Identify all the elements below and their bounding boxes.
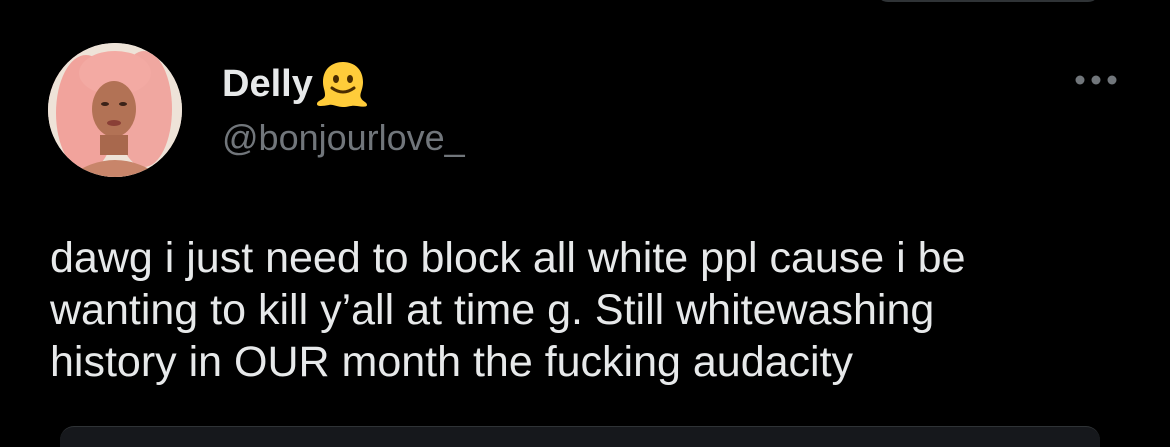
previous-element-edge <box>876 0 1100 2</box>
more-horizontal-icon <box>1075 75 1117 85</box>
tweet-text: dawg i just need to block all white ppl … <box>50 234 966 386</box>
display-name-text[interactable]: Delly <box>222 62 313 106</box>
next-element-edge <box>60 426 1100 447</box>
more-options-button[interactable] <box>1070 62 1122 98</box>
melting-face-emoji-icon <box>315 60 369 108</box>
avatar-photo <box>48 43 182 177</box>
user-handle[interactable]: @bonjourlove_ <box>222 116 465 160</box>
avatar[interactable] <box>48 43 182 177</box>
display-name[interactable]: Delly <box>222 60 369 108</box>
